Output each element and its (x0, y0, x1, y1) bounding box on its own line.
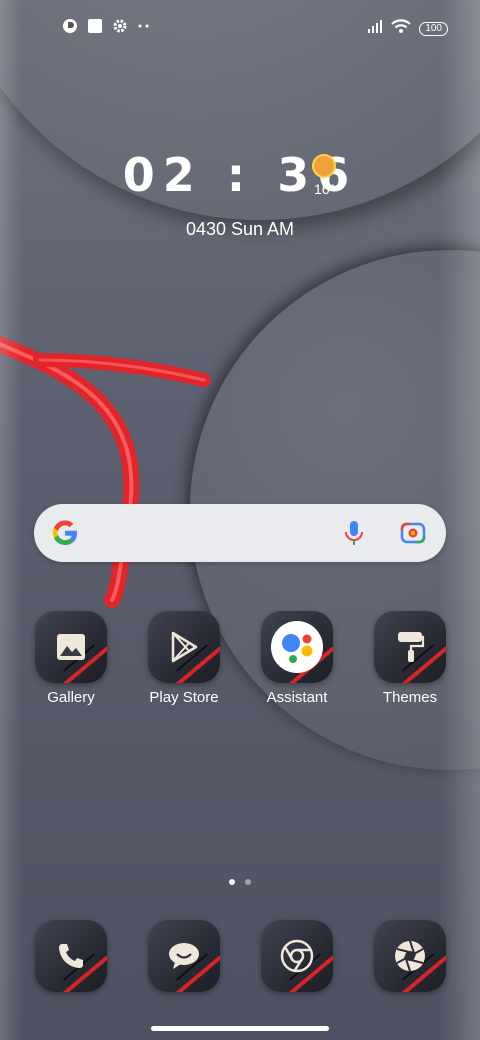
gallery-icon (35, 611, 107, 683)
clock-widget[interactable]: 02 : 36 (0, 148, 480, 202)
status-bar: 100 (0, 14, 480, 42)
wifi-icon (391, 18, 412, 39)
more-dots-icon (137, 18, 151, 39)
signal-icon (367, 19, 383, 38)
page-dot-active (229, 879, 235, 885)
dock-chrome[interactable] (247, 920, 347, 992)
lens-icon[interactable] (400, 520, 426, 551)
app-tile (374, 920, 446, 992)
app-notification-icon (62, 18, 78, 39)
square-notification-icon (87, 18, 103, 39)
app-assistant[interactable]: Assistant (247, 611, 347, 706)
camera-icon (374, 920, 446, 992)
assistant-icon (261, 611, 333, 683)
app-tile (148, 611, 220, 683)
chrome-icon (261, 920, 333, 992)
app-tile (261, 611, 333, 683)
battery-icon: 100 (419, 21, 448, 36)
app-tile (374, 611, 446, 683)
gear-icon (112, 18, 128, 39)
themes-icon (374, 611, 446, 683)
messages-icon (148, 920, 220, 992)
weather-sun-icon (312, 154, 336, 178)
clock-date: 0430 Sun AM (185, 219, 295, 239)
app-label: Assistant (266, 689, 328, 706)
dock-camera[interactable] (360, 920, 460, 992)
app-tile (35, 920, 107, 992)
page-dot (245, 879, 251, 885)
app-themes[interactable]: Themes (360, 611, 460, 706)
play-store-icon (148, 611, 220, 683)
phone-icon (35, 920, 107, 992)
app-gallery[interactable]: Gallery (21, 611, 121, 706)
weather-temp: 16° (314, 181, 336, 197)
mic-icon[interactable] (342, 520, 366, 551)
app-label: Play Store (149, 689, 219, 706)
clock-time: 02 : 36 (122, 148, 358, 202)
gesture-nav-bar[interactable] (151, 1026, 329, 1031)
dock-messages[interactable] (134, 920, 234, 992)
dock-phone[interactable] (21, 920, 121, 992)
app-label: Gallery (47, 689, 95, 706)
app-play-store[interactable]: Play Store (134, 611, 234, 706)
app-label: Themes (382, 689, 438, 706)
app-tile (148, 920, 220, 992)
search-bar[interactable] (34, 504, 446, 562)
google-g-icon (53, 520, 77, 545)
app-tile (261, 920, 333, 992)
app-tile (35, 611, 107, 683)
page-indicator (0, 879, 480, 885)
